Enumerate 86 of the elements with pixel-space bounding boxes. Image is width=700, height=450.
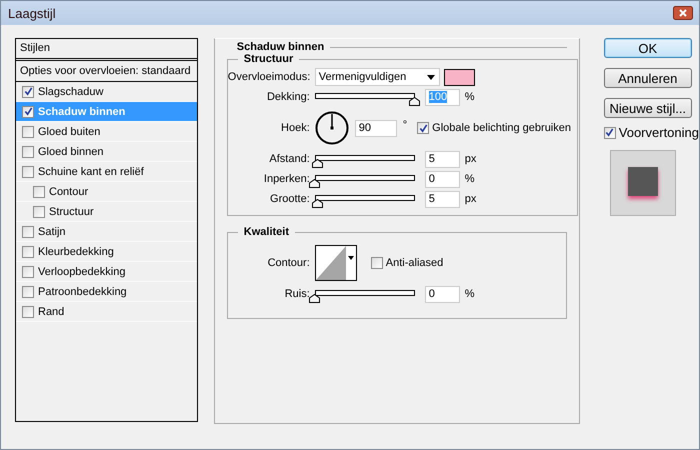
unit-label: px: [464, 193, 476, 205]
field-label: Hoek:: [280, 122, 311, 134]
checkbox[interactable]: [417, 122, 430, 134]
slider-thumb[interactable]: [308, 179, 320, 188]
style-label: Schuine kant en reliëf: [38, 166, 144, 178]
close-icon[interactable]: [673, 6, 693, 20]
group-title: Kwaliteit: [242, 226, 290, 238]
slider-thumb[interactable]: [312, 159, 323, 168]
style-list-item[interactable]: Patroonbedekking: [16, 282, 197, 302]
checkbox[interactable]: [370, 257, 383, 269]
checkbox[interactable]: [22, 126, 34, 138]
checkbox[interactable]: [22, 86, 34, 98]
style-label: Verloopbedekking: [38, 266, 126, 278]
angle-dial-icon[interactable]: [314, 111, 349, 145]
style-label: Patroonbedekking: [38, 286, 127, 298]
checkbox[interactable]: [22, 266, 34, 278]
style-list-item[interactable]: Gloed binnen: [16, 142, 197, 162]
value-field[interactable]: 90: [354, 120, 397, 136]
style-list-item[interactable]: Schuine kant en reliëf: [16, 162, 197, 182]
field-label: Dekking:: [266, 91, 311, 103]
field-label: Inperken:: [262, 173, 311, 185]
value-text: 100: [428, 91, 448, 103]
dialog-button[interactable]: OK: [604, 38, 692, 58]
unit-label: %: [464, 288, 475, 300]
style-list-item[interactable]: Verloopbedekking: [16, 262, 197, 282]
style-label: Satijn: [38, 226, 66, 238]
checkbox-label: Voorvertoning: [618, 125, 699, 140]
value-field[interactable]: 5: [424, 150, 460, 168]
checkbox[interactable]: [22, 306, 34, 318]
checkbox-label: Anti-aliased: [386, 257, 444, 269]
value-text: 5: [428, 153, 435, 165]
dialog-button[interactable]: Annuleren: [604, 68, 692, 88]
styles-header[interactable]: Stijlen: [16, 39, 197, 61]
field-label: Grootte:: [269, 193, 311, 205]
group-title: Structuur: [242, 53, 294, 65]
value-field[interactable]: 5: [424, 190, 460, 208]
unit-label: %: [464, 91, 475, 103]
style-list-item[interactable]: Rand: [16, 302, 197, 322]
contour-curve-icon: [316, 246, 346, 280]
style-label: Slagschaduw: [38, 86, 104, 98]
unit-label: px: [464, 153, 476, 165]
checkbox-label: Globale belichting gebruiken: [432, 122, 571, 134]
style-label: Schaduw binnen: [38, 106, 126, 118]
blend-mode-dropdown[interactable]: Vermenigvuldigen: [314, 68, 440, 86]
style-list-item[interactable]: Kleurbedekking: [16, 242, 197, 262]
contour-picker[interactable]: [314, 245, 357, 281]
dialog-button[interactable]: Nieuwe stijl...: [604, 98, 692, 118]
color-swatch[interactable]: [444, 68, 475, 86]
checkbox[interactable]: [22, 166, 34, 178]
field-label: Afstand:: [268, 153, 311, 165]
style-list-item[interactable]: Gloed buiten: [16, 122, 197, 142]
checkbox[interactable]: [604, 126, 616, 138]
style-label: Structuur: [49, 206, 94, 218]
style-preview-drawing: [610, 150, 676, 216]
style-label: Gloed buiten: [38, 126, 100, 138]
unit-label: °: [402, 119, 408, 131]
dropdown-arrow-icon: [426, 74, 435, 80]
slider-thumb[interactable]: [312, 199, 323, 208]
checkbox[interactable]: [22, 286, 34, 298]
blend-options-item[interactable]: Opties voor overvloeien: standaard: [16, 61, 197, 82]
style-list-item[interactable]: Satijn: [16, 222, 197, 242]
style-label: Kleurbedekking: [38, 246, 114, 258]
style-list-item[interactable]: Contour: [16, 182, 197, 202]
style-list-item[interactable]: Structuur: [16, 202, 197, 222]
style-label: Gloed binnen: [38, 146, 104, 158]
section-title: Schaduw binnen: [236, 41, 324, 53]
style-label: Rand: [38, 306, 64, 318]
value-text: 5: [428, 193, 435, 205]
slider-thumb[interactable]: [308, 294, 320, 303]
dropdown-arrow-icon: [348, 256, 354, 260]
window-title: Laagstijl: [8, 6, 56, 20]
value-field[interactable]: 0: [424, 170, 460, 188]
field-label: Overvloeimodus:: [228, 71, 312, 83]
slider-thumb[interactable]: [408, 97, 420, 106]
checkbox[interactable]: [22, 146, 34, 158]
checkbox[interactable]: [22, 106, 34, 118]
value-text: 0: [428, 173, 435, 185]
value-field[interactable]: 0: [424, 286, 460, 302]
unit-label: %: [464, 173, 475, 185]
field-label: Contour:: [266, 257, 311, 269]
checkbox[interactable]: [22, 226, 34, 238]
field-label: Ruis:: [284, 288, 311, 300]
checkbox[interactable]: [33, 186, 45, 198]
style-label: Contour: [49, 186, 88, 198]
checkbox[interactable]: [33, 206, 45, 218]
checkbox[interactable]: [22, 246, 34, 258]
